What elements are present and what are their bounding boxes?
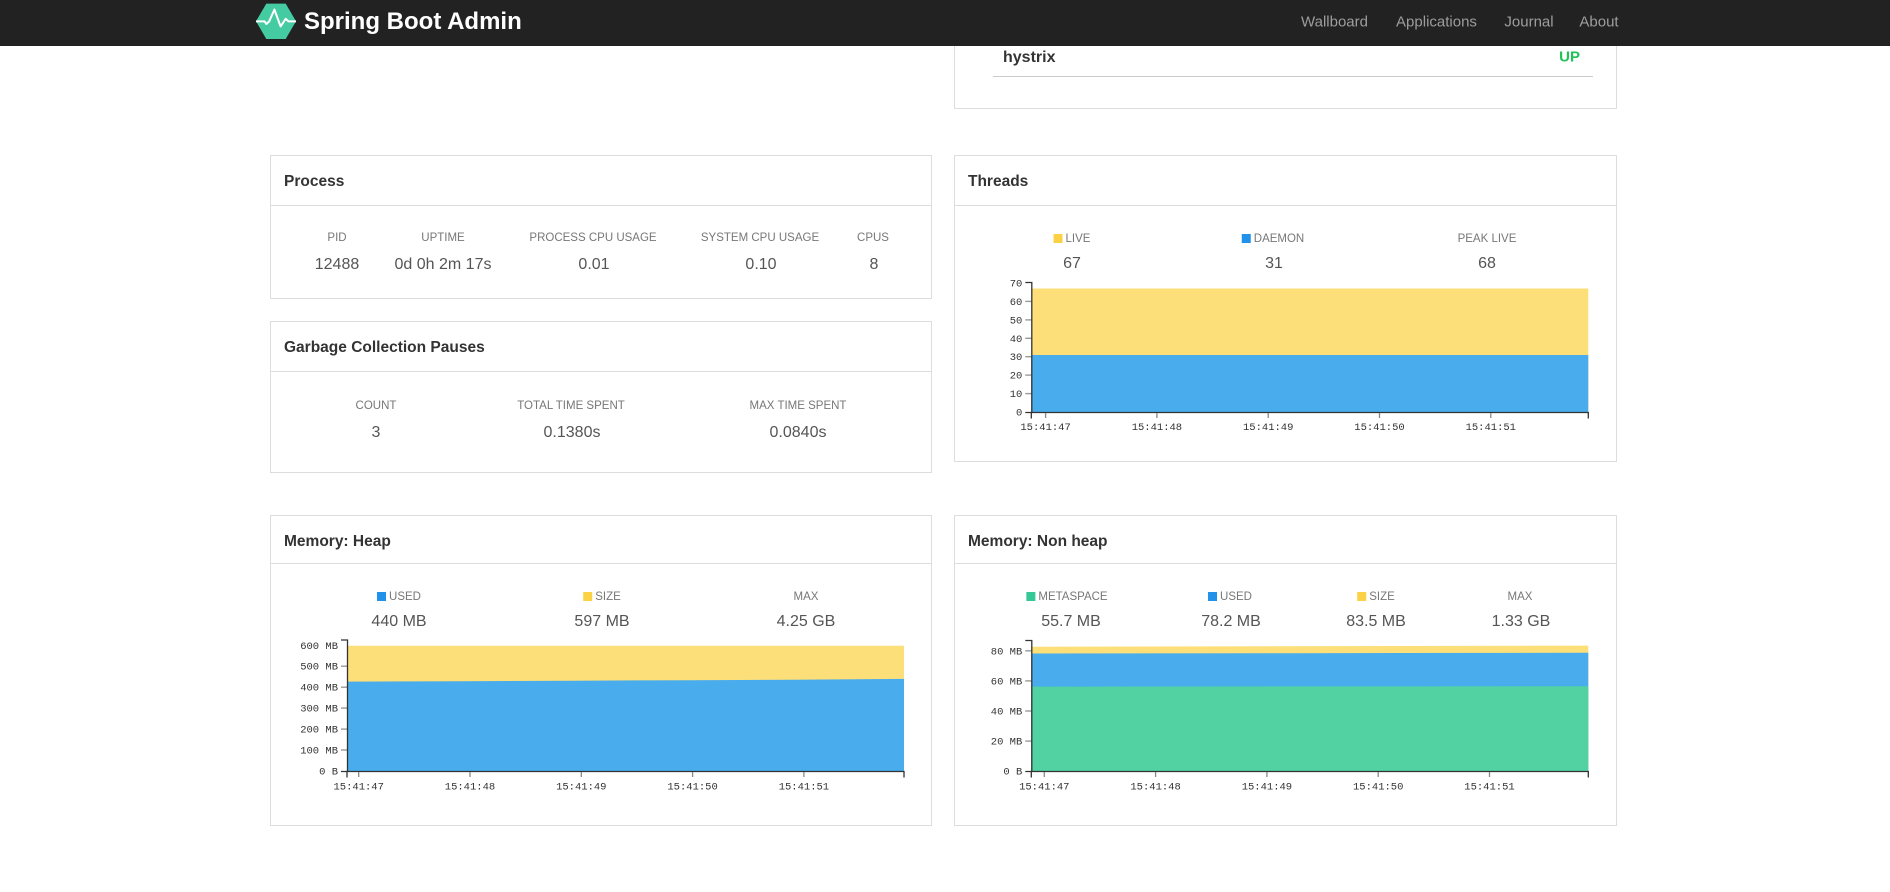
svg-text:15:41:48: 15:41:48 (1132, 422, 1182, 434)
svg-text:15:41:50: 15:41:50 (1354, 422, 1404, 434)
svg-text:15:41:51: 15:41:51 (1466, 422, 1516, 434)
svg-text:60: 60 (1010, 297, 1023, 309)
svg-text:600 MB: 600 MB (300, 641, 338, 653)
svg-text:40 MB: 40 MB (991, 707, 1023, 719)
svg-text:0 B: 0 B (319, 767, 338, 779)
svg-text:200 MB: 200 MB (300, 725, 338, 737)
svg-text:15:41:50: 15:41:50 (667, 782, 717, 794)
svg-text:70: 70 (1010, 279, 1023, 291)
svg-text:15:41:47: 15:41:47 (333, 782, 383, 794)
svg-text:15:41:50: 15:41:50 (1353, 782, 1403, 794)
svg-text:15:41:49: 15:41:49 (1243, 422, 1293, 434)
svg-text:20: 20 (1010, 371, 1023, 383)
svg-text:15:41:49: 15:41:49 (556, 782, 606, 794)
svg-text:15:41:49: 15:41:49 (1242, 782, 1292, 794)
svg-text:60 MB: 60 MB (991, 676, 1023, 688)
svg-text:50: 50 (1010, 315, 1023, 327)
svg-text:15:41:51: 15:41:51 (1464, 782, 1514, 794)
svg-text:15:41:51: 15:41:51 (779, 782, 829, 794)
svg-text:15:41:48: 15:41:48 (1130, 782, 1180, 794)
svg-text:15:41:47: 15:41:47 (1020, 422, 1070, 434)
svg-text:15:41:48: 15:41:48 (445, 782, 495, 794)
svg-text:500 MB: 500 MB (300, 662, 338, 674)
svg-text:10: 10 (1010, 389, 1023, 401)
svg-text:300 MB: 300 MB (300, 704, 338, 716)
svg-text:30: 30 (1010, 352, 1023, 364)
svg-text:20 MB: 20 MB (991, 737, 1023, 749)
svg-text:400 MB: 400 MB (300, 683, 338, 695)
svg-text:100 MB: 100 MB (300, 746, 338, 758)
svg-text:80 MB: 80 MB (991, 646, 1023, 658)
svg-text:0: 0 (1016, 408, 1022, 420)
svg-text:40: 40 (1010, 334, 1023, 346)
svg-text:15:41:47: 15:41:47 (1019, 782, 1069, 794)
svg-text:0 B: 0 B (1003, 767, 1022, 779)
